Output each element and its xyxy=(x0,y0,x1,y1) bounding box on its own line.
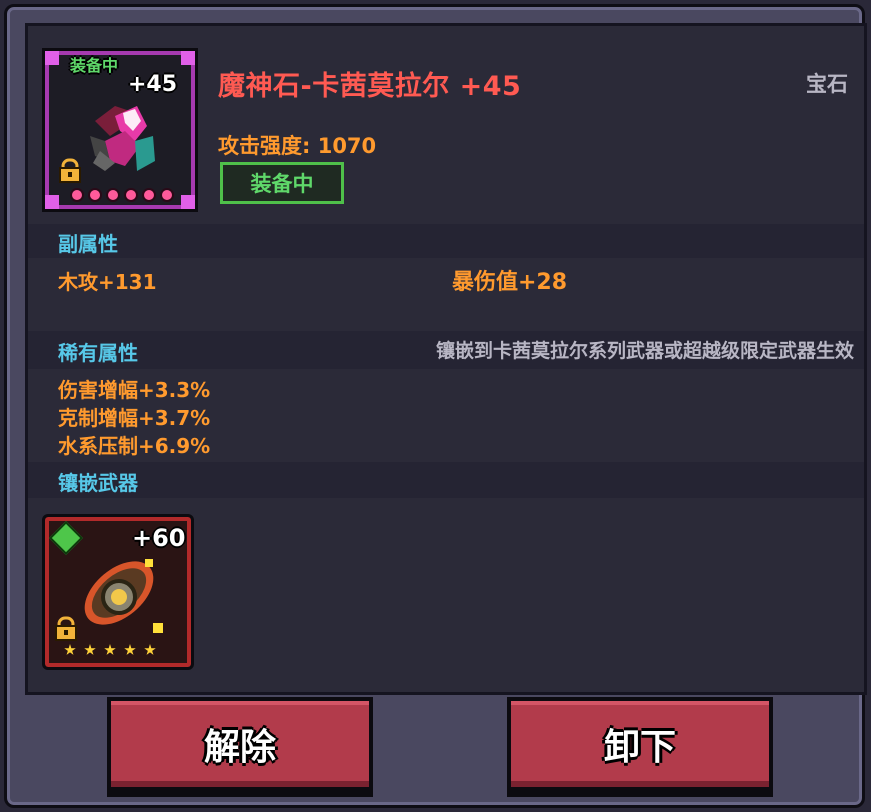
attack-stat: 攻击强度: 1070 xyxy=(218,134,377,158)
weapon-level: +60 xyxy=(132,524,186,552)
demon-stone-icon xyxy=(90,106,155,171)
rare-stats-title: 稀有属性 xyxy=(58,341,138,365)
slot-corner xyxy=(181,195,195,209)
lock-icon xyxy=(55,616,77,641)
slot-corner xyxy=(181,51,195,65)
unbind-button[interactable]: 解除 xyxy=(107,697,373,791)
sub-stat: 木攻+131 xyxy=(58,270,157,294)
detail-panel: 装备中 +45 魔神石-卡茜莫拉尔 +45 宝石 攻击强度: 1070 装备中 … xyxy=(25,23,867,695)
rare-stats-note: 镶嵌到卡茜莫拉尔系列武器或超越级限定武器生效 xyxy=(435,340,854,362)
star-icon xyxy=(70,188,84,202)
star-icon xyxy=(144,644,156,655)
item-detail-window: 装备中 +45 魔神石-卡茜莫拉尔 +45 宝石 攻击强度: 1070 装备中 … xyxy=(4,4,867,808)
inlay-title: 镶嵌武器 xyxy=(58,471,138,495)
equipped-tag: 装备中 xyxy=(70,56,119,75)
unequip-button[interactable]: 卸下 xyxy=(507,697,773,791)
star-icon xyxy=(84,644,96,655)
item-type: 宝石 xyxy=(806,72,848,96)
weapon-icon xyxy=(84,559,163,633)
rare-stat: 克制增幅+3.7% xyxy=(58,406,211,430)
star-icon xyxy=(124,188,138,202)
star-icon xyxy=(88,188,102,202)
slot-corner xyxy=(45,51,59,65)
lock-icon xyxy=(59,158,81,183)
star-icon xyxy=(106,188,120,202)
item-name: 魔神石-卡茜莫拉尔 +45 xyxy=(218,71,522,102)
star-icon xyxy=(104,644,116,655)
item-level: +45 xyxy=(128,72,178,97)
equipped-badge: 装备中 xyxy=(220,162,344,204)
weapon-stars xyxy=(64,644,156,656)
sub-stats-title: 副属性 xyxy=(58,232,118,256)
inlay-header xyxy=(28,462,864,498)
star-icon xyxy=(64,644,76,655)
rare-stat: 水系压制+6.9% xyxy=(58,434,211,458)
sub-stats-header xyxy=(28,224,864,258)
slot-corner xyxy=(45,195,59,209)
rare-stat: 伤害增幅+3.3% xyxy=(58,378,211,402)
sub-stat: 暴伤值+28 xyxy=(452,270,568,295)
star-icon xyxy=(160,188,174,202)
item-stars xyxy=(70,188,174,202)
star-icon xyxy=(142,188,156,202)
star-icon xyxy=(124,644,136,655)
